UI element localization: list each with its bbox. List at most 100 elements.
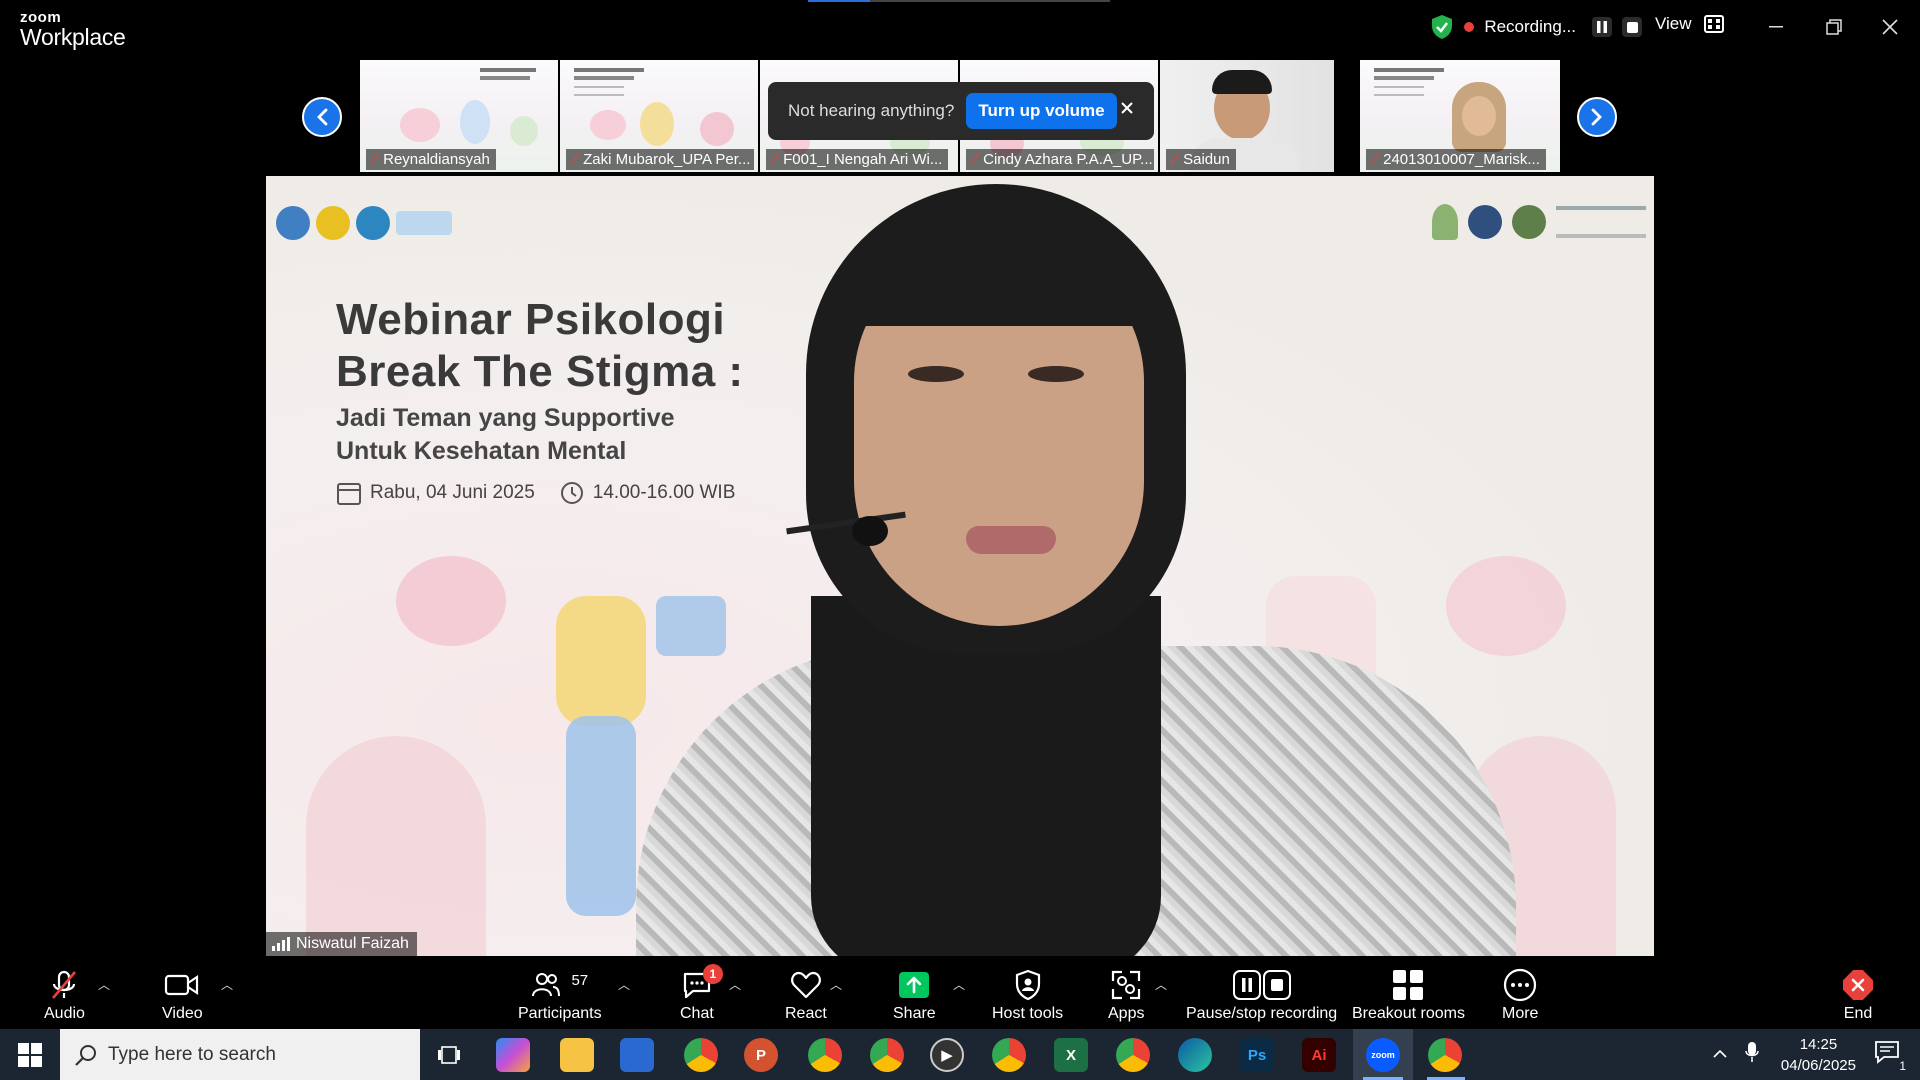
chat-button[interactable]: 1 Chat — [680, 964, 723, 1023]
gallery-view-icon — [1703, 15, 1724, 33]
turn-up-volume-button[interactable]: Turn up volume — [966, 93, 1117, 129]
taskbar-search-input[interactable]: Type here to search — [60, 1029, 420, 1080]
participant-name: Saidun — [1183, 151, 1230, 168]
more-button[interactable]: More — [1502, 968, 1538, 1023]
speaker-name-tag: Niswatul Faizah — [266, 932, 417, 956]
start-button[interactable] — [0, 1029, 60, 1080]
powerpoint-icon[interactable]: P — [744, 1038, 778, 1072]
audio-label: Audio — [44, 1005, 85, 1022]
signal-strength-icon — [272, 937, 290, 951]
chevron-left-icon — [317, 108, 328, 126]
pause-stop-recording-button[interactable]: Pause/stop recording — [1186, 968, 1337, 1023]
pause-stop-icon — [1232, 970, 1291, 1000]
participant-name-tag: ⟋ Reynaldiansyah — [366, 149, 496, 170]
participants-button[interactable]: 57 Participants — [518, 968, 602, 1023]
partner-logo-icon — [356, 206, 390, 240]
restore-button[interactable] — [1818, 12, 1850, 42]
popup-message: Not hearing anything? — [788, 101, 955, 120]
organizer-logo-icon — [1432, 204, 1458, 240]
pause-recording-button[interactable] — [1592, 17, 1612, 37]
chat-options-caret[interactable]: ︿ — [729, 976, 741, 993]
illustrator-icon[interactable]: Ai — [1302, 1038, 1336, 1072]
breakout-rooms-button[interactable]: Breakout rooms — [1352, 968, 1465, 1023]
chrome-icon[interactable] — [1428, 1038, 1462, 1072]
react-label: React — [785, 1005, 827, 1022]
participant-thumbnail[interactable]: ⟋ Reynaldiansyah — [360, 60, 558, 172]
host-tools-button[interactable]: Host tools — [992, 968, 1063, 1023]
chrome-profile-icon[interactable] — [870, 1038, 904, 1072]
chrome-profile-icon[interactable] — [808, 1038, 842, 1072]
audio-button[interactable]: Audio — [44, 968, 85, 1023]
participants-icon — [532, 973, 561, 997]
chrome-profile-icon[interactable] — [992, 1038, 1026, 1072]
mic-muted-icon: ⟋ — [370, 151, 380, 167]
react-options-caret[interactable]: ︿ — [830, 976, 842, 993]
clock-date: 04/06/2025 — [1780, 1056, 1856, 1074]
chat-unread-badge: 1 — [702, 964, 723, 984]
participant-name-tag: ⟋ F001_I Nengah Ari Wi... — [766, 149, 949, 170]
apps-button[interactable]: Apps — [1108, 968, 1144, 1023]
chevron-right-icon — [1591, 108, 1602, 126]
slide-time: 14.00-16.00 WIB — [592, 482, 736, 503]
participants-options-caret[interactable]: ︿ — [618, 976, 630, 993]
video-camera-icon — [165, 974, 199, 996]
mic-muted-icon: ⟋ — [970, 151, 980, 167]
video-button[interactable]: Video — [162, 968, 203, 1023]
breakout-label: Breakout rooms — [1352, 1005, 1465, 1022]
mic-muted-icon: ⟋ — [570, 151, 580, 167]
participant-name: Zaki Mubarok_UPA Per... — [583, 151, 751, 168]
microphone-icon[interactable] — [1745, 1041, 1759, 1068]
photoshop-icon[interactable]: Ps — [1240, 1038, 1274, 1072]
view-indicator — [808, 0, 1110, 2]
stop-recording-button[interactable] — [1622, 17, 1642, 37]
slide-title-line: Break The Stigma : — [336, 347, 744, 396]
taskbar-clock[interactable]: 14:25 04/06/2025 — [1781, 1034, 1856, 1076]
chrome-icon[interactable] — [684, 1038, 718, 1072]
chrome-profile-icon[interactable] — [1116, 1038, 1150, 1072]
file-explorer-icon[interactable] — [560, 1038, 594, 1072]
organizer-logo-icon — [1512, 205, 1546, 239]
minimize-button[interactable] — [1760, 12, 1792, 42]
slide-subtitle: Jadi Teman yang Supportive Untuk Kesehat… — [336, 402, 675, 468]
store-icon[interactable] — [620, 1038, 654, 1072]
apps-options-caret[interactable]: ︿ — [1155, 976, 1167, 993]
share-button[interactable]: Share — [893, 968, 936, 1023]
close-window-button[interactable] — [1874, 12, 1906, 42]
notification-icon — [1875, 1041, 1899, 1064]
more-label: More — [1502, 1005, 1539, 1022]
meeting-toolbar: Audio ︿ Video ︿ 57 Participants ︿ 1 Chat… — [0, 956, 1920, 1029]
participant-thumbnail[interactable]: ⟋ 24013010007_Marisk... — [1360, 60, 1560, 172]
react-button[interactable]: React — [785, 968, 827, 1023]
slide-subtitle-line: Untuk Kesehatan Mental — [336, 437, 627, 465]
participant-thumbnail[interactable]: ⟋ Zaki Mubarok_UPA Per... — [560, 60, 758, 172]
share-options-caret[interactable]: ︿ — [953, 976, 965, 993]
windows-logo-icon — [18, 1042, 42, 1067]
video-options-caret[interactable]: ︿ — [221, 976, 233, 993]
zoom-taskbar-button[interactable]: zoom — [1353, 1029, 1413, 1080]
breakout-rooms-icon — [1393, 970, 1424, 1000]
shield-icon — [1015, 969, 1040, 1001]
clock-icon — [560, 482, 583, 504]
audio-options-caret[interactable]: ︿ — [98, 976, 110, 993]
mic-muted-icon: ⟋ — [770, 151, 780, 167]
excel-icon[interactable]: X — [1054, 1038, 1088, 1072]
notifications-button[interactable]: 1 — [1874, 1040, 1908, 1073]
video-label: Video — [162, 1005, 203, 1022]
edge-icon[interactable] — [1178, 1038, 1212, 1072]
view-label: View — [1655, 14, 1692, 33]
mic-muted-icon — [52, 970, 77, 999]
chat-label: Chat — [680, 1005, 714, 1022]
copilot-icon[interactable] — [496, 1038, 530, 1072]
show-hidden-icons-chevron-up-icon[interactable] — [1713, 1046, 1727, 1064]
notification-count: 1 — [1897, 1059, 1908, 1073]
close-popup-button[interactable] — [1120, 98, 1134, 121]
end-meeting-button[interactable]: End — [1843, 968, 1873, 1023]
next-page-button[interactable] — [1577, 97, 1617, 137]
media-player-icon[interactable]: ▶ — [930, 1038, 964, 1072]
participant-thumbnail[interactable]: ⟋ Saidun — [1160, 60, 1334, 172]
task-view-icon[interactable] — [432, 1038, 466, 1072]
view-button[interactable]: View — [1655, 14, 1724, 34]
calendar-icon — [337, 483, 361, 505]
previous-page-button[interactable] — [302, 97, 342, 137]
participant-name-tag: ⟋ Cindy Azhara P.A.A_UP... — [966, 149, 1155, 170]
